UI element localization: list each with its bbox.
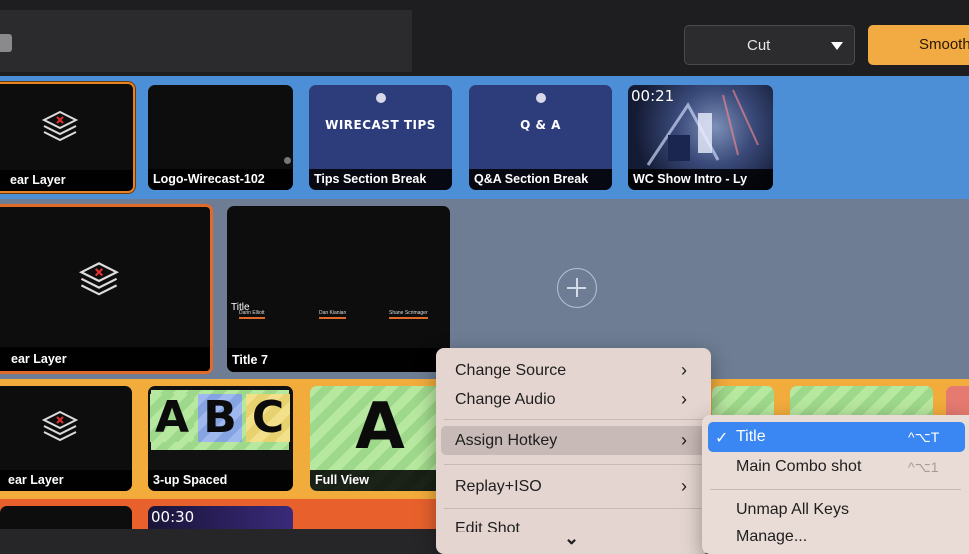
- shot-wc-show-intro[interactable]: 00:21 WC Show Intro - Ly: [628, 85, 773, 190]
- thumb-title: Q & A: [520, 118, 561, 132]
- shot-title-7[interactable]: Title Darin Elliott Dan Kianian Shane Sc…: [227, 206, 450, 372]
- lower-third-name: Dan Kianian: [319, 310, 347, 319]
- logo-dot-icon: [284, 157, 291, 164]
- shot-caption: Title 7: [227, 348, 450, 372]
- shot-partial[interactable]: [0, 506, 132, 530]
- chevron-down-icon: [831, 42, 843, 50]
- shot-caption: ear Layer: [0, 347, 210, 371]
- shot-caption: Tips Section Break: [309, 169, 452, 190]
- shot-partial[interactable]: 00:30: [148, 506, 293, 530]
- full-view-letter: A: [355, 390, 405, 464]
- shot-tips-section-break[interactable]: WIRECAST TIPS Tips Section Break: [309, 85, 452, 190]
- menu-separator: [444, 419, 703, 420]
- chevron-right-icon: ›: [681, 430, 687, 450]
- menu-item-change-source[interactable]: Change Source: [455, 362, 566, 380]
- shot-timer: 00:21: [631, 87, 675, 105]
- transition-select-value: Cut: [747, 37, 771, 54]
- shot-caption: Q&A Section Break: [469, 169, 612, 190]
- scroll-down-icon[interactable]: ⌄: [564, 528, 579, 549]
- menu-separator: [444, 464, 703, 465]
- menu-separator: [444, 508, 703, 509]
- menu-item-replay-iso[interactable]: Replay+ISO: [455, 478, 542, 496]
- shot-caption: Full View: [310, 470, 450, 491]
- submenu-item-main-combo-shot[interactable]: Main Combo shot: [736, 458, 861, 476]
- wirecast-logo-icon: [535, 93, 546, 103]
- submenu-item-manage[interactable]: Manage...: [736, 528, 807, 546]
- letter-a: A: [150, 394, 194, 442]
- checkmark-icon: ✓: [715, 430, 729, 447]
- chevron-right-icon: ›: [681, 389, 687, 409]
- menu-item-change-audio[interactable]: Change Audio: [455, 391, 556, 409]
- letter-c: C: [246, 394, 290, 442]
- shot-logo-wirecast[interactable]: Logo-Wirecast-102: [148, 85, 293, 190]
- transition-select[interactable]: Cut: [684, 25, 855, 65]
- shot-caption: Logo-Wirecast-102: [148, 169, 293, 190]
- hotkey-submenu: ✓ Title ^⌥T Main Combo shot ^⌥1 Unmap Al…: [702, 415, 969, 554]
- shortcut-label: ^⌥1: [908, 459, 939, 475]
- panel-handle[interactable]: [0, 34, 12, 52]
- context-menu: Change Source › Change Audio › Assign Ho…: [436, 348, 711, 554]
- chevron-right-icon: ›: [681, 476, 687, 496]
- shot-full-view[interactable]: A Full View: [310, 386, 450, 491]
- shot-caption: WC Show Intro - Ly: [628, 169, 773, 190]
- submenu-item-title[interactable]: Title: [736, 428, 766, 446]
- shot-clear-layer[interactable]: ear Layer: [0, 82, 135, 193]
- add-shot-icon[interactable]: [557, 268, 597, 308]
- shot-qa-section-break[interactable]: Q & A Q&A Section Break: [469, 85, 612, 190]
- menu-item-assign-hotkey[interactable]: Assign Hotkey: [455, 432, 557, 450]
- layers-icon: [41, 410, 79, 442]
- shot-caption: 3-up Spaced: [148, 470, 293, 491]
- shot-caption: ear Layer: [0, 170, 133, 191]
- chevron-right-icon: ›: [681, 360, 687, 380]
- menu-item-edit-shot[interactable]: Edit Shot: [455, 520, 520, 532]
- shortcut-label: ^⌥T: [908, 429, 940, 445]
- wirecast-logo-icon: [375, 93, 386, 103]
- lower-third-name: Shane Scrimager: [389, 310, 428, 319]
- shot-3-up-spaced[interactable]: A B C 3-up Spaced: [148, 386, 293, 491]
- shot-timer: 00:30: [151, 508, 195, 526]
- preview-panel-edge: [0, 10, 412, 72]
- shot-caption: ear Layer: [0, 470, 132, 491]
- thumb-title: WIRECAST TIPS: [325, 118, 436, 132]
- top-toolbar: Cut Smooth: [0, 0, 969, 76]
- submenu-item-unmap-all-keys[interactable]: Unmap All Keys: [736, 501, 849, 519]
- letter-b: B: [198, 394, 242, 442]
- smooth-transition-button[interactable]: Smooth: [868, 25, 969, 65]
- layers-icon: [41, 110, 79, 142]
- menu-separator: [710, 489, 961, 490]
- shot-clear-layer[interactable]: ear Layer: [0, 386, 132, 491]
- lower-third-name: Darin Elliott: [239, 310, 265, 319]
- shot-clear-layer[interactable]: ear Layer: [0, 204, 213, 374]
- layers-icon: [78, 262, 120, 296]
